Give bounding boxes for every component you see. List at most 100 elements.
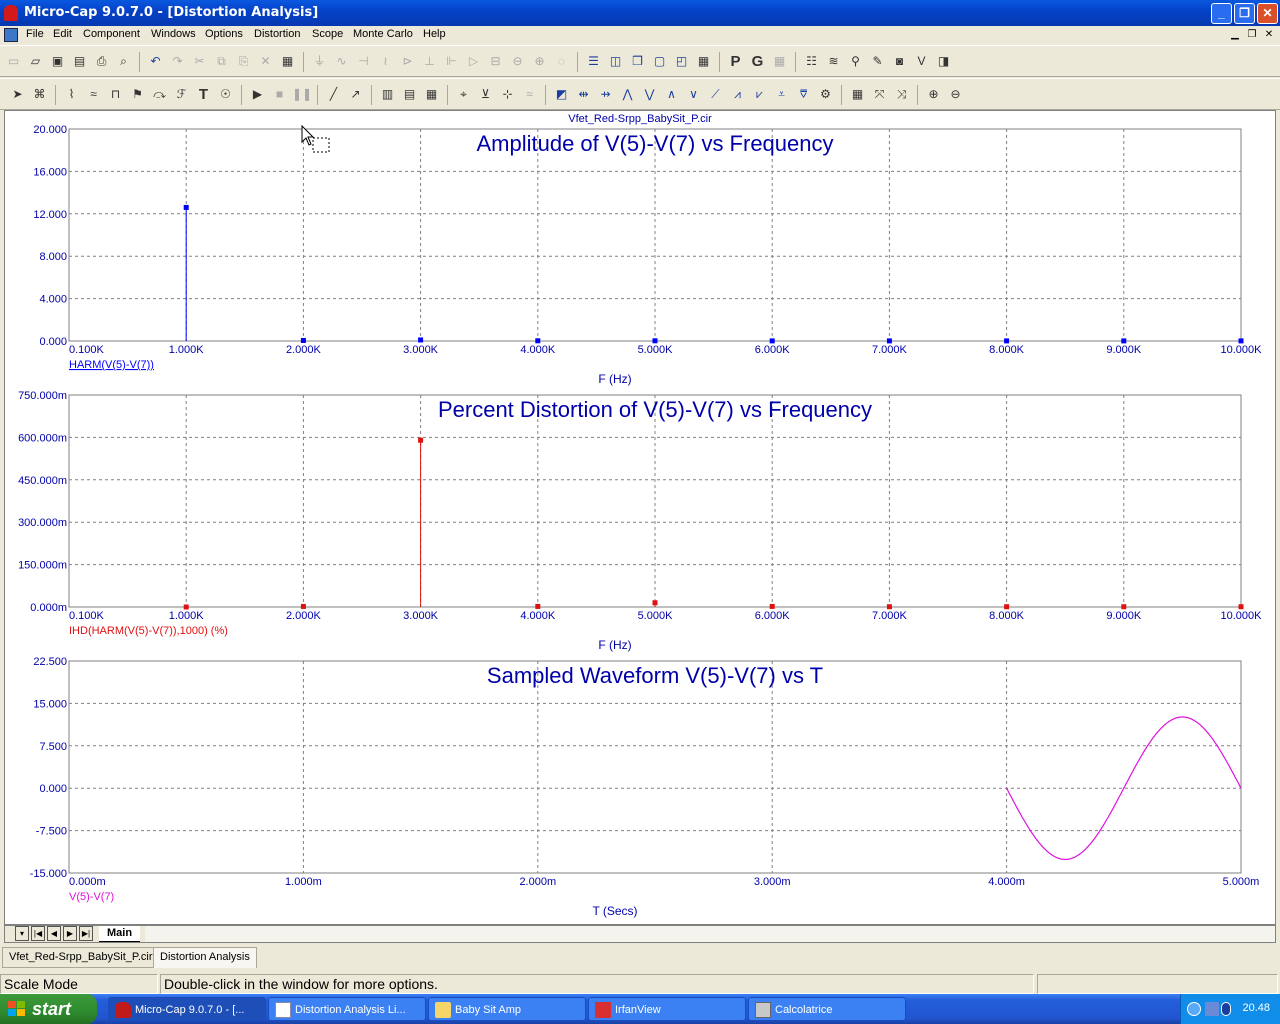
bluetooth-icon[interactable] [1221,1002,1231,1016]
redo-icon[interactable]: ↷ [168,52,187,71]
next-sheet-icon[interactable]: ▶ [63,926,77,941]
text-tool-icon[interactable]: T [194,85,213,104]
undo-icon[interactable]: ↶ [146,52,165,71]
info-icon[interactable]: ☉ [216,85,235,104]
tile-horizontal-icon[interactable]: ☰ [584,52,603,71]
taskbar-item-microcap[interactable]: Micro-Cap 9.0.7.0 - [... [108,997,266,1021]
pulse-source-icon[interactable]: ⊕ [530,52,549,71]
dropdown-icon[interactable]: ▾ [15,926,29,941]
peak-icon[interactable]: ⋀ [618,85,637,104]
scope-icon[interactable]: ◩ [552,85,571,104]
print-icon[interactable]: ⎙ [92,52,111,71]
taskbar-item-distortion[interactable]: Distortion Analysis Li... [268,997,426,1021]
run-icon[interactable]: ▶ [248,85,267,104]
box-icon[interactable]: ⊓ [106,85,125,104]
inflection-icon[interactable]: ⟋ [706,85,725,104]
menu-file[interactable]: File [26,28,44,40]
mdi-restore-icon[interactable]: ❐ [1245,28,1259,42]
paste-icon[interactable]: ⎘ [234,52,253,71]
menu-scope[interactable]: Scope [312,28,343,40]
zoom-out-icon[interactable]: ⊖ [946,85,965,104]
mdi-close-icon[interactable]: ✕ [1262,28,1276,42]
menu-monte-carlo[interactable]: Monte Carlo [353,28,413,40]
waveform-icon[interactable]: ≋ [824,52,843,71]
bottom-icon[interactable]: ⩢ [794,85,813,104]
plots-svg[interactable]: 0.100K 1.000K 2.000K 3.000K 4.000K 5.000K 6.00… [5,111,1275,924]
menu-component[interactable]: Component [83,28,140,40]
view-icon[interactable]: ◙ [890,52,909,71]
grid-toggle-icon[interactable]: ▦ [770,52,789,71]
tile-vertical-icon[interactable]: ◫ [606,52,625,71]
p-text-icon[interactable]: P [726,52,745,71]
window-icon[interactable]: ▢ [650,52,669,71]
high-icon[interactable]: ∧ [662,85,681,104]
tray-expand-icon[interactable] [1187,1002,1201,1016]
diode-icon[interactable]: ⊳ [398,52,417,71]
flag-icon[interactable]: ⚑ [128,85,147,104]
resistor-icon[interactable]: ∿ [332,52,351,71]
tab-circuit-file[interactable]: Vfet_Red-Srpp_BabySit_P.cir [2,947,160,968]
grid-bold-icon[interactable]: ▥ [378,85,397,104]
document-icon[interactable] [4,28,18,42]
menu-distortion[interactable]: Distortion [254,28,300,40]
point-icon[interactable]: ⊻ [476,85,495,104]
probe-icon[interactable]: ⚲ [846,52,865,71]
menu-edit[interactable]: Edit [53,28,72,40]
mdi-minimize-icon[interactable]: ▁ [1228,28,1242,42]
print-preview-icon[interactable]: ⌕ [114,52,133,71]
table-icon[interactable]: ▦ [848,85,867,104]
tab-main[interactable]: Main [99,926,141,942]
properties-icon[interactable]: ◨ [934,52,953,71]
stepping-icon[interactable]: ⤼ [150,85,169,104]
capacitor-icon[interactable]: ⊣ [354,52,373,71]
line-tool-icon[interactable]: ╱ [324,85,343,104]
select-arrow-icon[interactable]: ➤ [8,85,27,104]
grid-minor-icon[interactable]: ▤ [400,85,419,104]
split-window-icon[interactable]: ◰ [672,52,691,71]
open-file-icon[interactable]: ▱ [26,52,45,71]
x-axis-icon[interactable]: ⤧ [870,85,889,104]
g-text-icon[interactable]: G [748,52,767,71]
curve-icon[interactable]: ≈ [520,85,539,104]
bus-icon[interactable]: ≈ [84,85,103,104]
taskbar-item-folder[interactable]: Baby Sit Amp [428,997,586,1021]
top-icon[interactable]: ⩡ [772,85,791,104]
cursor-right-icon[interactable]: ⇸ [596,85,615,104]
opamp-icon[interactable]: ▷ [464,52,483,71]
horizontal-scrollbar[interactable] [145,926,1275,942]
global-high-icon[interactable]: ⩘ [728,85,747,104]
global-low-icon[interactable]: ⩗ [750,85,769,104]
nmos-icon[interactable]: ⊩ [442,52,461,71]
inductor-icon[interactable]: ≀ [376,52,395,71]
battery-icon[interactable]: ⊟ [486,52,505,71]
arrow-line-icon[interactable]: ↗ [346,85,365,104]
delete-icon[interactable]: ✕ [256,52,275,71]
tab-distortion-analysis[interactable]: Distortion Analysis [153,947,257,968]
taskbar-item-calculator[interactable]: Calcolatrice [748,997,906,1021]
cut-icon[interactable]: ✂ [190,52,209,71]
taskbar-item-irfanview[interactable]: IrfanView [588,997,746,1021]
grid-dotted-icon[interactable]: ▦ [422,85,441,104]
fft-icon[interactable]: ℱ [172,85,191,104]
cascade-icon[interactable]: ❒ [628,52,647,71]
prev-sheet-icon[interactable]: ◀ [47,926,61,941]
network-icon[interactable] [1205,1002,1219,1016]
vd-text-icon[interactable]: V [912,52,931,71]
save-icon[interactable]: ▣ [48,52,67,71]
scale-icon[interactable]: ⌖ [454,85,473,104]
transistor-icon[interactable]: ⊥ [420,52,439,71]
wire-icon[interactable]: ⌇ [62,85,81,104]
sine-source-icon[interactable]: ◌ [552,52,571,71]
component-mode-icon[interactable]: ⌘ [30,85,49,104]
select-all-icon[interactable]: ▦ [278,52,297,71]
menu-help[interactable]: Help [423,28,446,40]
y-axis-icon[interactable]: ⤨ [892,85,911,104]
plot-area[interactable]: 0.100K 1.000K 2.000K 3.000K 4.000K 5.000K 6.00… [4,110,1276,925]
pen-icon[interactable]: ✎ [868,52,887,71]
menu-windows[interactable]: Windows [151,28,196,40]
close-button[interactable]: ✕ [1257,3,1278,24]
last-sheet-icon[interactable]: ▶| [79,926,93,941]
start-button[interactable]: start [0,994,97,1024]
new-file-icon[interactable]: ▭ [4,52,23,71]
stop-icon[interactable]: ■ [270,85,289,104]
